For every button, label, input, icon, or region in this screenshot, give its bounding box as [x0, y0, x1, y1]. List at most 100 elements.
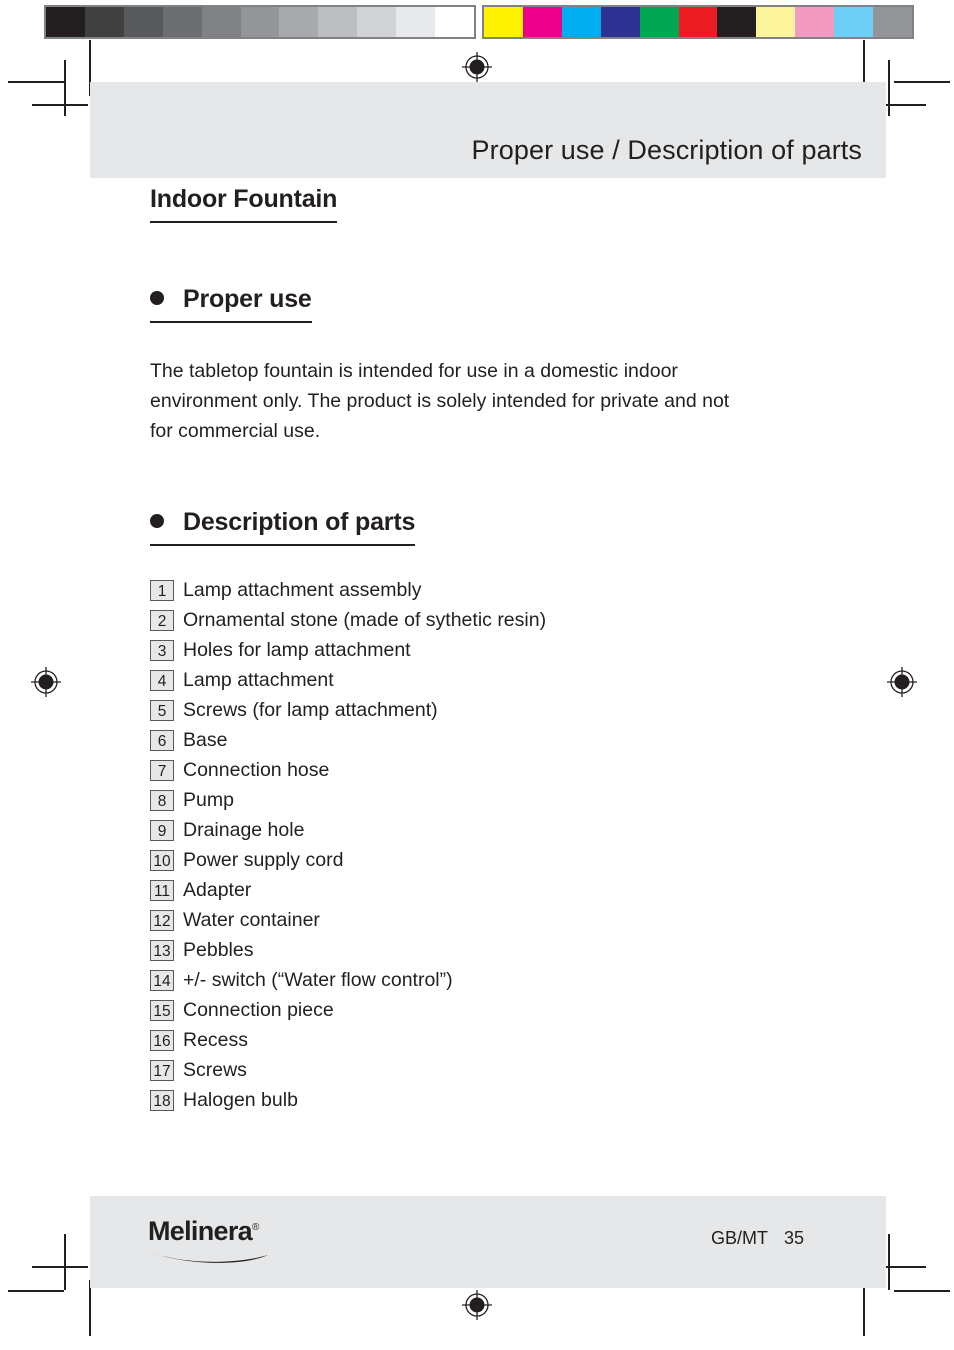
crop-mark-top-left-outer: [64, 60, 66, 116]
parts-list-item: 7 Connection hose: [150, 759, 770, 789]
part-label: +/- switch (“Water flow control”): [183, 969, 453, 991]
color-swatch: [201, 7, 241, 37]
proper-use-body-text: The tabletop fountain is intended for us…: [150, 360, 730, 442]
part-number-badge: 7: [150, 760, 174, 781]
parts-list-item: 13 Pebbles: [150, 939, 770, 969]
color-swatch: [522, 7, 562, 37]
registration-mark-left: [31, 667, 61, 697]
part-label: Adapter: [183, 879, 252, 901]
part-label: Screws: [183, 1059, 247, 1081]
part-label: Lamp attachment assembly: [183, 579, 422, 601]
crop-mark-left-top-outer: [8, 81, 64, 83]
part-label: Holes for lamp attachment: [183, 639, 411, 661]
part-number-badge: 4: [150, 670, 174, 691]
process-color-bar: [482, 5, 914, 39]
color-swatch: [240, 7, 280, 37]
part-number-badge: 17: [150, 1060, 174, 1081]
part-label: Power supply cord: [183, 849, 344, 871]
page-header-band: Proper use / Description of parts: [90, 82, 886, 178]
parts-list-item: 8 Pump: [150, 789, 770, 819]
part-label: Water container: [183, 909, 320, 931]
registered-trademark-icon: ®: [251, 1222, 260, 1233]
parts-list-item: 11 Adapter: [150, 879, 770, 909]
crop-mark-left-bottom-outer: [8, 1290, 64, 1292]
page-content: Indoor Fountain Proper use The tabletop …: [150, 185, 770, 1135]
part-number-badge: 12: [150, 910, 174, 931]
parts-list-item: 1 Lamp attachment assembly: [150, 579, 770, 609]
parts-list-item: 5 Screws (for lamp attachment): [150, 699, 770, 729]
part-label: Base: [183, 729, 228, 751]
color-swatch: [561, 7, 601, 37]
part-label: Connection piece: [183, 999, 334, 1021]
page-header-title: Proper use / Description of parts: [471, 135, 862, 165]
section-heading-label: Proper use: [183, 285, 312, 313]
color-swatch: [795, 7, 835, 37]
part-number-badge: 5: [150, 700, 174, 721]
part-number-badge: 1: [150, 580, 174, 601]
part-number-badge: 15: [150, 1000, 174, 1021]
part-number-badge: 13: [150, 940, 174, 961]
section-heading-proper-use: Proper use: [150, 285, 312, 323]
bullet-icon: [150, 514, 164, 528]
part-label: Pump: [183, 789, 234, 811]
color-swatch: [600, 7, 640, 37]
parts-list-item: 2 Ornamental stone (made of sythetic resi…: [150, 609, 770, 639]
parts-list-item: 4 Lamp attachment: [150, 669, 770, 699]
parts-list-item: 15 Connection piece: [150, 999, 770, 1029]
part-number-badge: 10: [150, 850, 174, 871]
section-heading-label: Description of parts: [183, 508, 416, 536]
registration-mark-bottom: [462, 1290, 492, 1320]
parts-list-item: 16 Recess: [150, 1029, 770, 1059]
color-swatch: [678, 7, 718, 37]
color-swatch: [639, 7, 679, 37]
color-swatch: [84, 7, 124, 37]
color-swatch: [834, 7, 874, 37]
bullet-icon: [150, 291, 164, 305]
section-proper-use: Proper use The tabletop fountain is inte…: [150, 285, 770, 446]
part-label: Drainage hole: [183, 819, 305, 841]
footer-locale: GB/MT: [710, 1228, 768, 1248]
part-label: Ornamental stone (made of sythetic resin…: [183, 609, 547, 631]
grayscale-step-wedge: [44, 5, 476, 39]
parts-list-item: 9 Drainage hole: [150, 819, 770, 849]
parts-list-item: 14 +/- switch (“Water flow control”): [150, 969, 770, 999]
parts-list-item: 12 Water container: [150, 909, 770, 939]
crop-mark-left-bottom-inner: [32, 1266, 88, 1268]
melinera-logo: Melinera®: [148, 1218, 272, 1268]
color-swatch: [484, 7, 523, 37]
parts-list-item: 17 Screws: [150, 1059, 770, 1089]
crop-mark-left-top-inner: [32, 104, 88, 106]
footer-meta: GB/MT 35: [711, 1228, 804, 1249]
part-number-badge: 6: [150, 730, 174, 751]
crop-mark-right-top-outer: [894, 81, 950, 83]
part-label: Screws (for lamp attachment): [183, 699, 438, 721]
color-swatch: [279, 7, 319, 37]
crop-mark-bottom-right-inner: [863, 1280, 865, 1336]
part-number-badge: 8: [150, 790, 174, 811]
color-swatch: [318, 7, 358, 37]
crop-mark-bottom-left-inner: [89, 1280, 91, 1336]
brand-name: Melinera: [148, 1216, 253, 1246]
color-swatch: [873, 7, 912, 37]
part-number-badge: 3: [150, 640, 174, 661]
calibration-bars: [0, 0, 954, 40]
part-label: Halogen bulb: [183, 1089, 298, 1111]
crop-mark-right-bottom-outer: [894, 1290, 950, 1292]
part-number-badge: 18: [150, 1090, 174, 1111]
brand-wordmark: Melinera®: [148, 1218, 259, 1245]
parts-list-item: 18 Halogen bulb: [150, 1089, 770, 1119]
part-number-badge: 9: [150, 820, 174, 841]
part-number-badge: 16: [150, 1030, 174, 1051]
page-footer-band: Melinera® GB/MT 35: [90, 1196, 886, 1288]
part-number-badge: 11: [150, 880, 174, 901]
color-swatch: [162, 7, 202, 37]
part-label: Recess: [183, 1029, 249, 1051]
color-swatch: [435, 7, 474, 37]
part-number-badge: 14: [150, 970, 174, 991]
color-swatch: [123, 7, 163, 37]
section-description-of-parts: Description of parts 1 Lamp attachment as…: [150, 508, 770, 1119]
footer-page-number: 35: [783, 1228, 804, 1248]
part-label: Pebbles: [183, 939, 254, 961]
part-label: Connection hose: [183, 759, 330, 781]
part-label: Lamp attachment: [183, 669, 334, 691]
